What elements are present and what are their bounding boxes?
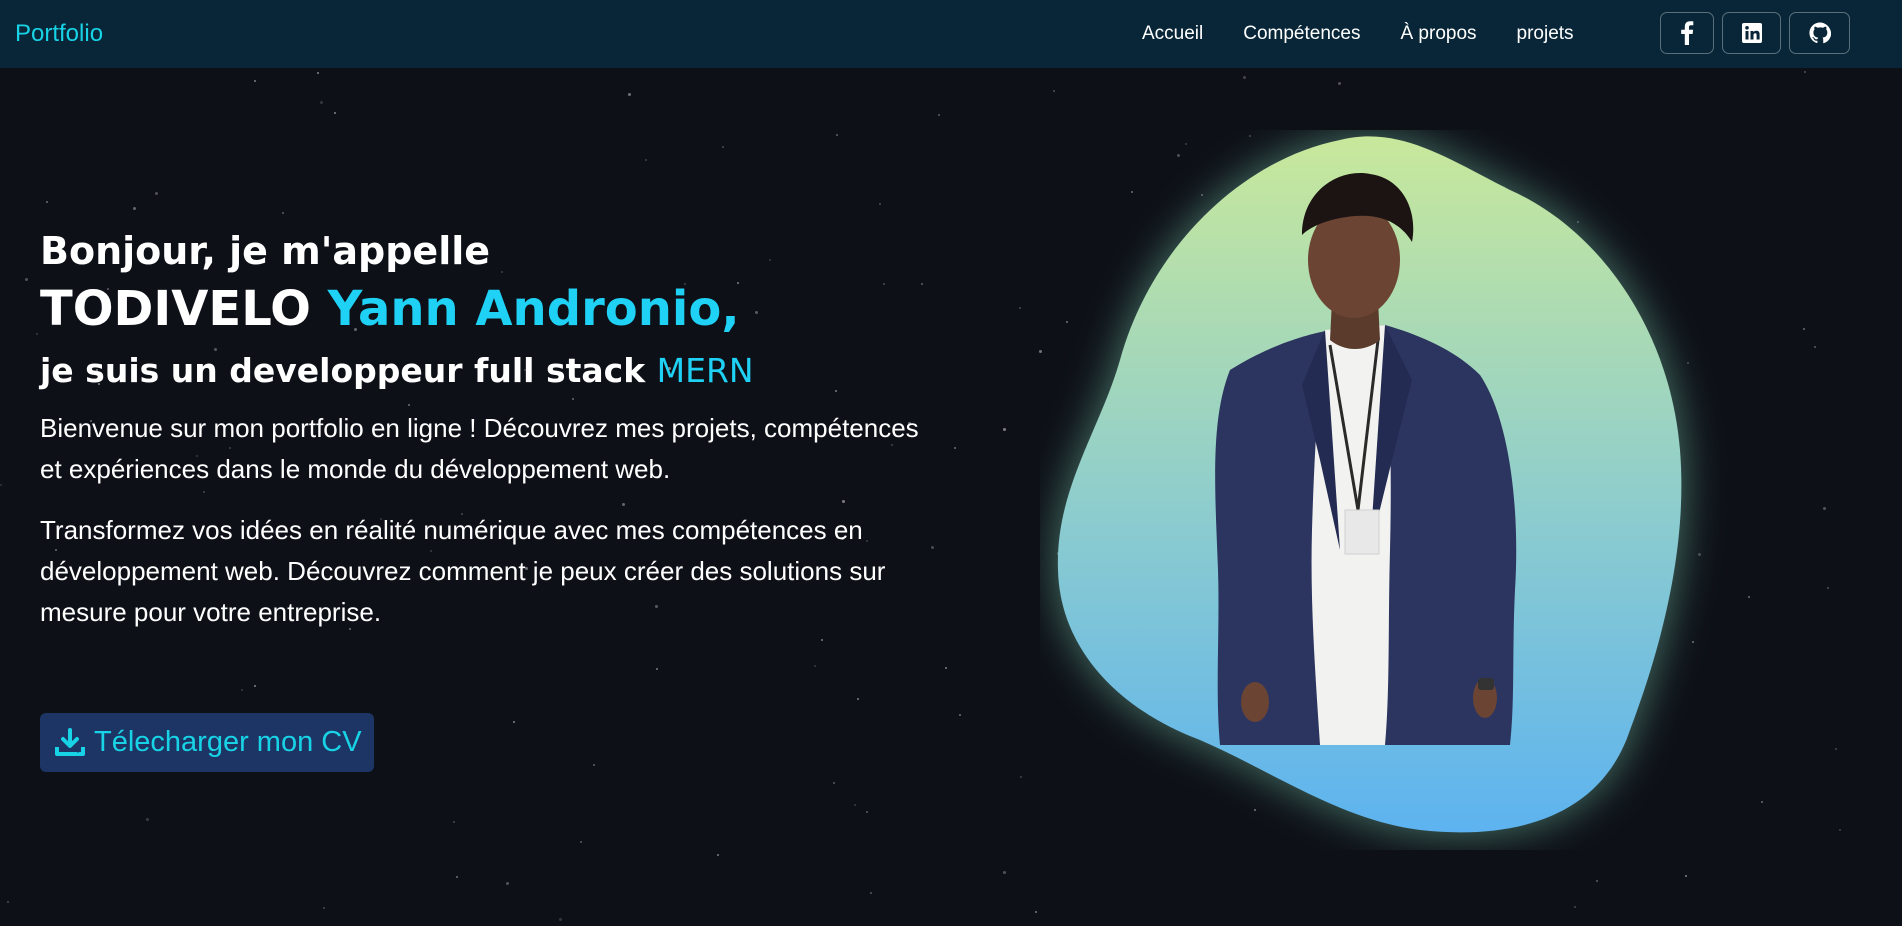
star — [1003, 871, 1006, 874]
star — [1685, 875, 1687, 877]
star — [506, 882, 509, 885]
star — [1035, 911, 1037, 913]
star — [1803, 328, 1805, 330]
star — [1804, 71, 1806, 73]
github-icon — [1808, 22, 1831, 44]
nav-link-accueil[interactable]: Accueil — [1142, 23, 1203, 45]
star — [241, 689, 243, 691]
star — [717, 854, 719, 856]
star — [1827, 587, 1829, 589]
star — [334, 112, 336, 114]
star — [254, 685, 256, 687]
portrait-blob — [1040, 130, 1740, 850]
download-cv-label: Télecharger mon CV — [94, 726, 362, 758]
star — [854, 804, 856, 806]
hero-role-prefix: je suis un developpeur full stack — [40, 351, 646, 390]
star — [456, 876, 458, 878]
star — [954, 447, 956, 449]
hero-text: Bonjour, je m'appelle TODIVELO Yann Andr… — [40, 226, 940, 633]
greeting: Bonjour, je m'appelle — [40, 229, 491, 273]
nav-link-projets[interactable]: projets — [1517, 23, 1574, 45]
star — [1596, 880, 1598, 882]
star — [959, 714, 961, 716]
star — [857, 698, 859, 700]
star — [722, 146, 724, 148]
star — [879, 203, 881, 205]
facebook-icon — [1681, 21, 1694, 45]
star — [46, 201, 48, 203]
star — [821, 639, 823, 641]
star — [1835, 748, 1837, 750]
star — [1019, 307, 1021, 309]
star — [1761, 801, 1763, 803]
star — [133, 207, 136, 210]
star — [282, 212, 284, 214]
intro-paragraph: Bienvenue sur mon portfolio en ligne ! D… — [40, 413, 919, 484]
nav-links: Accueil Compétences À propos projets — [1142, 0, 1574, 68]
nav-link-a-propos[interactable]: À propos — [1400, 23, 1476, 45]
star — [1338, 82, 1341, 85]
star — [1243, 76, 1246, 79]
star — [645, 159, 647, 161]
star — [146, 818, 149, 821]
hero-name-first: Yann Andronio, — [327, 281, 740, 337]
star — [155, 192, 158, 195]
star — [559, 918, 562, 921]
social-links — [1660, 12, 1850, 54]
star — [1053, 90, 1055, 92]
star — [513, 721, 515, 723]
star — [866, 811, 868, 813]
star — [323, 907, 325, 909]
star — [317, 72, 319, 74]
navbar: Portfolio Accueil Compétences À propos p… — [0, 0, 1902, 68]
star — [1814, 346, 1816, 348]
star — [870, 892, 872, 894]
github-button[interactable] — [1789, 12, 1850, 54]
hero-name: TODIVELO Yann Andronio, — [40, 278, 940, 340]
star — [1574, 906, 1576, 908]
star — [1839, 829, 1841, 831]
star — [254, 80, 256, 82]
star — [1020, 776, 1022, 778]
star — [25, 278, 28, 281]
linkedin-button[interactable] — [1722, 12, 1781, 54]
star — [1823, 507, 1826, 510]
star — [7, 901, 9, 903]
pitch-paragraph: Transformez vos idées en réalité numériq… — [40, 515, 886, 627]
download-icon — [55, 727, 85, 756]
star — [945, 667, 947, 669]
star — [814, 665, 816, 667]
download-cv-button[interactable]: Télecharger mon CV — [40, 713, 374, 772]
hero-name-last: TODIVELO — [40, 281, 311, 337]
star — [453, 821, 455, 823]
linkedin-icon — [1741, 23, 1762, 43]
star — [36, 333, 38, 335]
star — [1003, 428, 1006, 431]
facebook-button[interactable] — [1660, 12, 1714, 54]
star — [580, 841, 582, 843]
star — [628, 93, 631, 96]
star — [1748, 596, 1750, 598]
star — [833, 782, 835, 784]
brand-link[interactable]: Portfolio — [15, 20, 103, 48]
star — [320, 101, 323, 104]
hero-role-stack: MERN — [656, 351, 754, 390]
star — [593, 764, 595, 766]
star — [938, 114, 940, 116]
star — [656, 668, 658, 670]
hero-role: je suis un developpeur full stack MERN — [40, 348, 940, 394]
star — [0, 484, 2, 486]
nav-link-competences[interactable]: Compétences — [1243, 23, 1360, 45]
star — [836, 134, 838, 136]
